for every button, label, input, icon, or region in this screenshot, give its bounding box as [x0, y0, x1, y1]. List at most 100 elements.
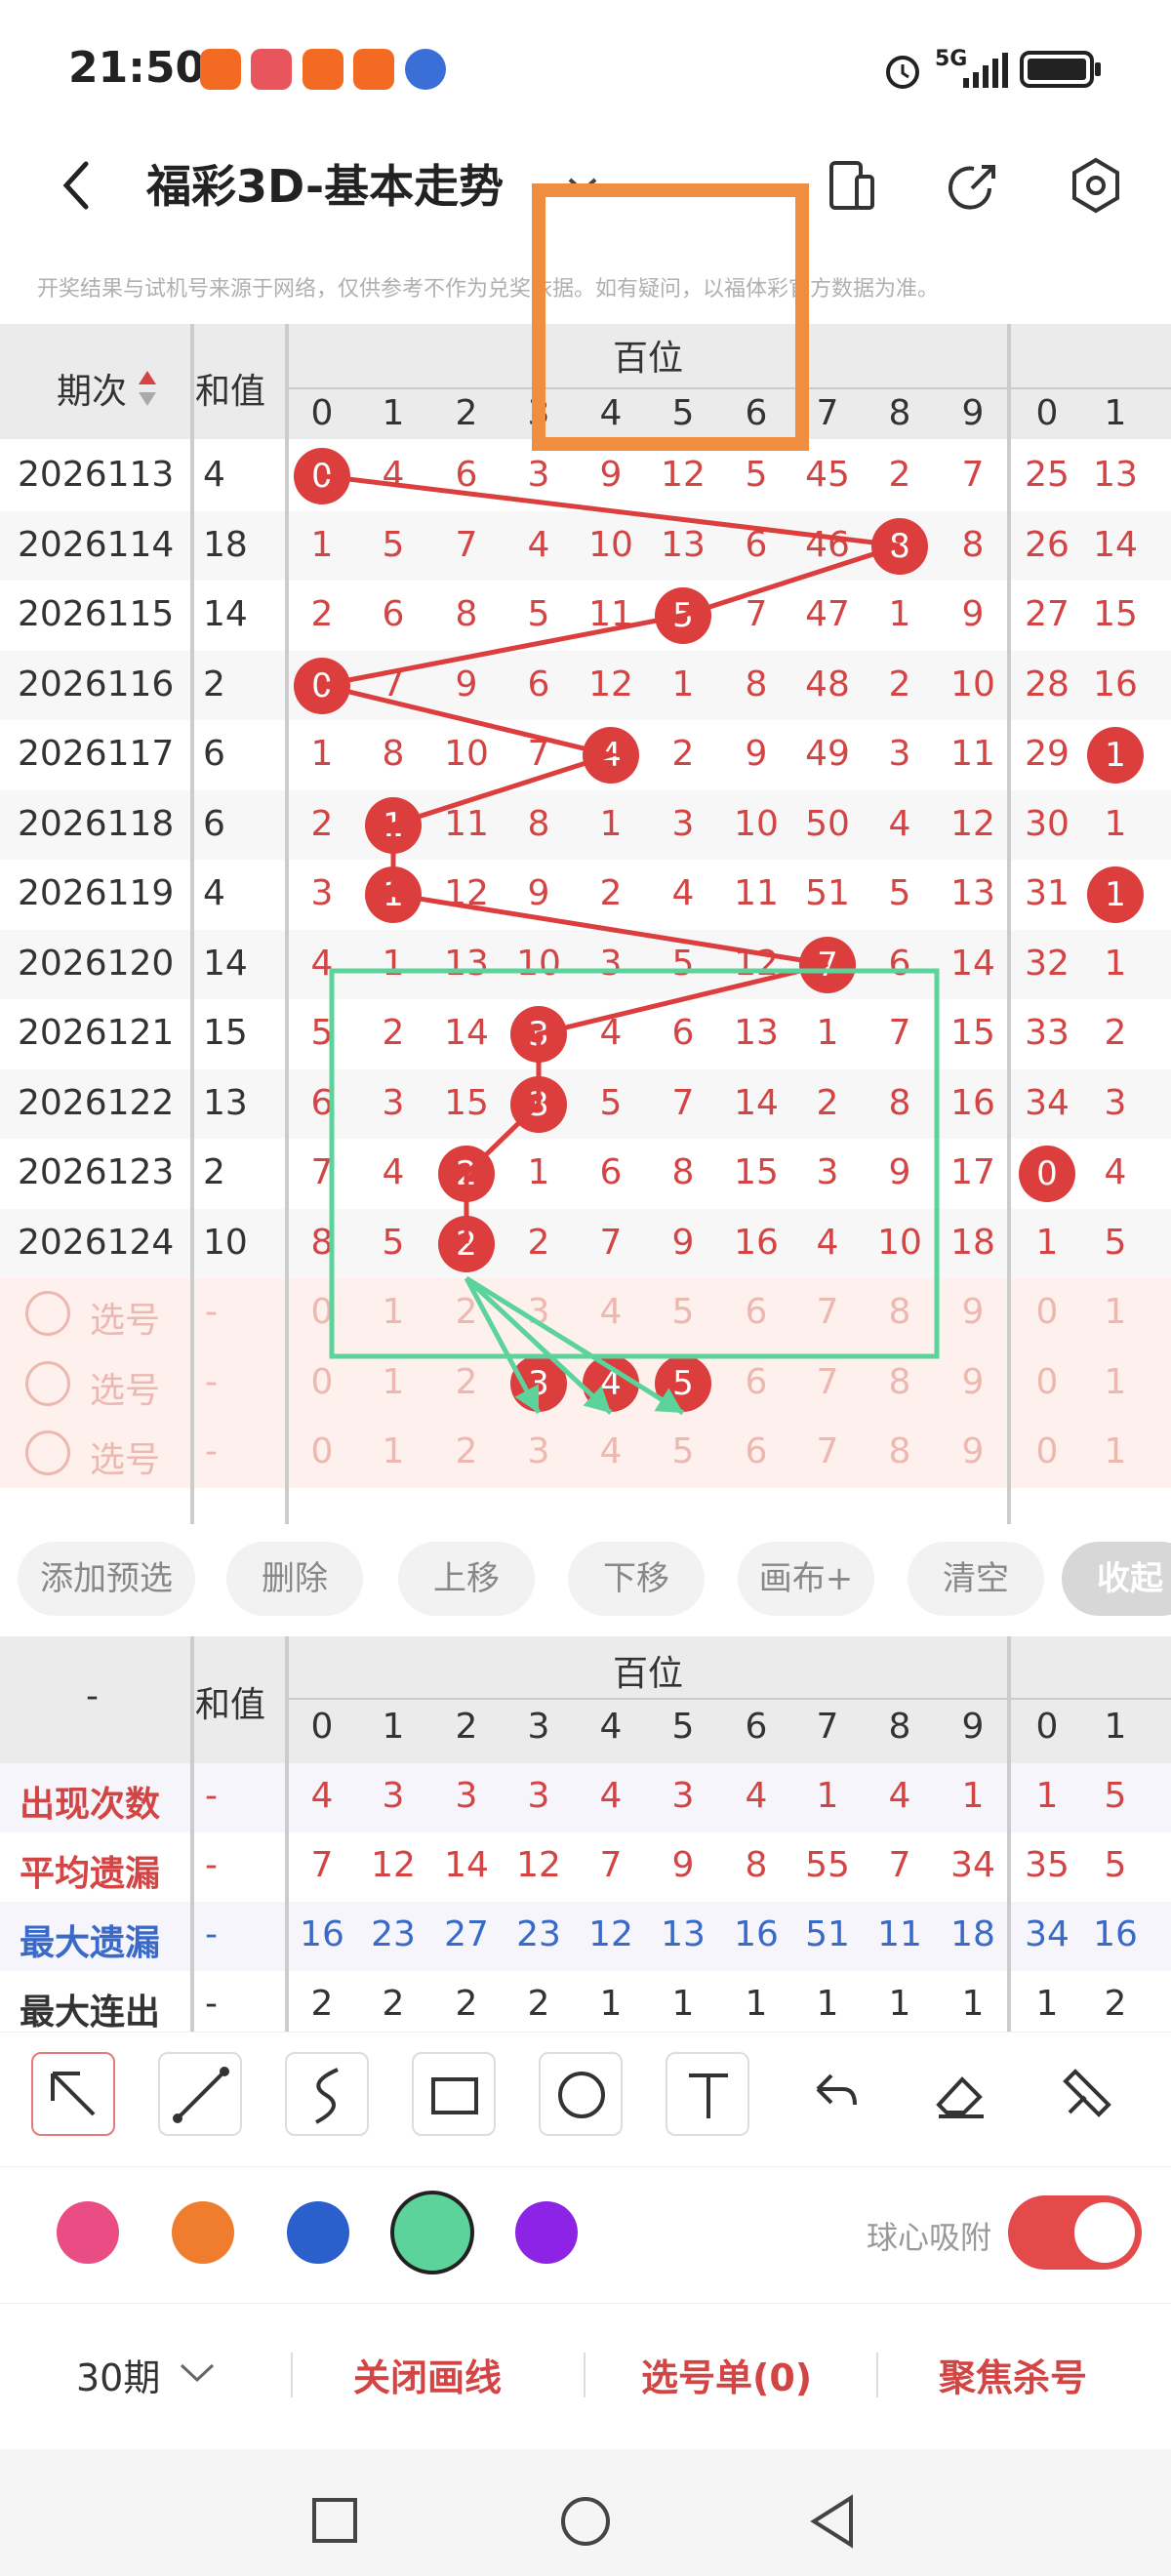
color-swatch[interactable]	[172, 2201, 234, 2264]
digit-header: 6	[745, 1707, 768, 1747]
stats-cell: 16	[1093, 1914, 1138, 1954]
stats-cell: 1	[599, 1984, 623, 2024]
stats-cell: 8	[745, 1845, 768, 1885]
curve-tool-icon[interactable]	[285, 2052, 369, 2136]
stats-label: 平均遗漏	[20, 1854, 161, 1894]
stats-row: 出现次数 - 4 3 3 3 4 3 4 1 4 1 1 5	[0, 1763, 1171, 1832]
stats-cell: 4	[310, 1776, 334, 1816]
stats-group-label: 百位	[613, 1654, 684, 1694]
undo-icon[interactable]	[792, 2052, 876, 2136]
rect-tool-icon[interactable]	[412, 2052, 496, 2136]
color-divider	[0, 2166, 1171, 2167]
stats-cell: 2	[527, 1984, 550, 2024]
stats-label: 最大连出	[20, 1992, 161, 2031]
stats-cell: 5	[1104, 1845, 1127, 1885]
circle-tool-icon[interactable]	[539, 2052, 623, 2136]
stats-cell: 7	[310, 1845, 334, 1885]
clear-button[interactable]: 清空	[908, 1542, 1044, 1616]
stats-cell: 14	[444, 1845, 489, 1885]
stats-cell: 1	[961, 1984, 985, 2024]
text-tool-icon[interactable]	[666, 2052, 749, 2136]
color-swatch[interactable]	[515, 2201, 578, 2264]
add-preselect-button[interactable]: 添加预选	[18, 1542, 195, 1616]
color-swatch[interactable]	[287, 2201, 349, 2264]
stats-cell: 2	[455, 1984, 478, 2024]
stats-cell: 4	[888, 1776, 911, 1816]
digit-header: 9	[961, 1707, 985, 1747]
stats-col-sum-header: 和值	[195, 1685, 266, 1725]
digit-header: 1	[382, 1707, 405, 1747]
canvas-plus-button[interactable]: 画布+	[738, 1542, 874, 1616]
stats-cell: 2	[382, 1984, 405, 2024]
line-tool-icon[interactable]	[158, 2052, 242, 2136]
stats-label: 最大遗漏	[20, 1923, 161, 1963]
separator	[291, 2353, 293, 2397]
stats-cell: 7	[599, 1845, 623, 1885]
stats-cell: 2	[1104, 1984, 1127, 2024]
color-swatch[interactable]	[390, 2191, 474, 2274]
move-up-button[interactable]: 上移	[398, 1542, 535, 1616]
stats-cell: 7	[888, 1845, 911, 1885]
collapse-button[interactable]: 收起	[1062, 1542, 1171, 1616]
green-rect-annotation	[329, 968, 940, 1359]
column-divider	[1007, 1636, 1011, 2032]
stats-sum: -	[205, 1845, 218, 1885]
stats-cell: 4	[745, 1776, 768, 1816]
period-selector[interactable]: 30期	[76, 2348, 160, 2401]
delete-button[interactable]: 删除	[226, 1542, 363, 1616]
digit-header: 8	[888, 1707, 911, 1747]
stats-cell: 51	[805, 1914, 850, 1954]
move-down-button[interactable]: 下移	[568, 1542, 705, 1616]
column-divider	[1007, 324, 1011, 1524]
digit-header: 2	[455, 1707, 478, 1747]
digit-header: 3	[527, 1707, 550, 1747]
digit-header: 0	[310, 1707, 334, 1747]
stats-sum: -	[205, 1984, 218, 2024]
stats-cell: 3	[671, 1776, 695, 1816]
chevron-down-icon[interactable]	[178, 2360, 217, 2386]
stats-cell: 12	[588, 1914, 633, 1954]
stats-cell: 16	[734, 1914, 779, 1954]
stats-cell: 1	[816, 1984, 839, 2024]
stats-cell: 2	[310, 1984, 334, 2024]
stats-row: 最大连出 - 2 2 2 2 1 1 1 1 1 1 1 2	[0, 1971, 1171, 2031]
pick-list-button[interactable]: 选号单(0)	[641, 2348, 812, 2401]
close-lines-button[interactable]: 关闭画线	[353, 2348, 502, 2401]
color-swatch[interactable]	[57, 2201, 119, 2264]
separator	[876, 2353, 878, 2397]
green-arrow-line	[464, 1275, 685, 1416]
stats-cell: 35	[1025, 1845, 1070, 1885]
column-divider	[285, 324, 289, 1524]
home-icon[interactable]	[558, 2494, 613, 2549]
stats-cell: 4	[599, 1776, 623, 1816]
eraser-icon[interactable]	[919, 2052, 1003, 2136]
stats-label: 出现次数	[20, 1785, 161, 1825]
column-divider	[285, 1636, 289, 2032]
stats-cell: 55	[805, 1845, 850, 1885]
stats-cell: 13	[661, 1914, 706, 1954]
stats-cell: 12	[371, 1845, 416, 1885]
stats-cell: 3	[455, 1776, 478, 1816]
digit-header: 5	[671, 1707, 695, 1747]
trend-line	[321, 473, 901, 1244]
brush-icon[interactable]	[1046, 2052, 1130, 2136]
stats-cell: 1	[671, 1984, 695, 2024]
focus-kill-button[interactable]: 聚焦杀号	[939, 2348, 1087, 2401]
stats-row: 平均遗漏 - 7 12 14 12 7 9 8 55 7 34 35 5	[0, 1832, 1171, 1902]
snap-toggle[interactable]	[1008, 2195, 1142, 2270]
nav-back-icon[interactable]	[808, 2494, 857, 2549]
stats-cell: 16	[300, 1914, 344, 1954]
stats-cell: 11	[877, 1914, 922, 1954]
bottom-bar: 30期 关闭画线 选号单(0) 聚焦杀号	[0, 2303, 1171, 2449]
stats-cell: 18	[950, 1914, 995, 1954]
stats-cell: 1	[745, 1984, 768, 2024]
arrow-tool-icon[interactable]	[31, 2052, 115, 2136]
stats-cell: 1	[1035, 1984, 1059, 2024]
stats-table-body: 出现次数 -4 3 3 3 4 3 4 1 4 1 1 5 平均遗漏 -7 12 14 12 7 9 8 55 7 34 35 5…	[0, 1763, 1171, 2031]
stats-digit-header-row: 0 1 2 3 4 5 6 7 8 9 0 1	[288, 1703, 1171, 1761]
stats-cell: 9	[671, 1845, 695, 1885]
action-button-row: 添加预选 删除 上移 下移 画布+ 清空 收起	[0, 1542, 1171, 1620]
column-divider	[190, 1636, 194, 2032]
recent-apps-icon[interactable]	[310, 2496, 359, 2545]
snap-toggle-knob	[1074, 2202, 1135, 2263]
